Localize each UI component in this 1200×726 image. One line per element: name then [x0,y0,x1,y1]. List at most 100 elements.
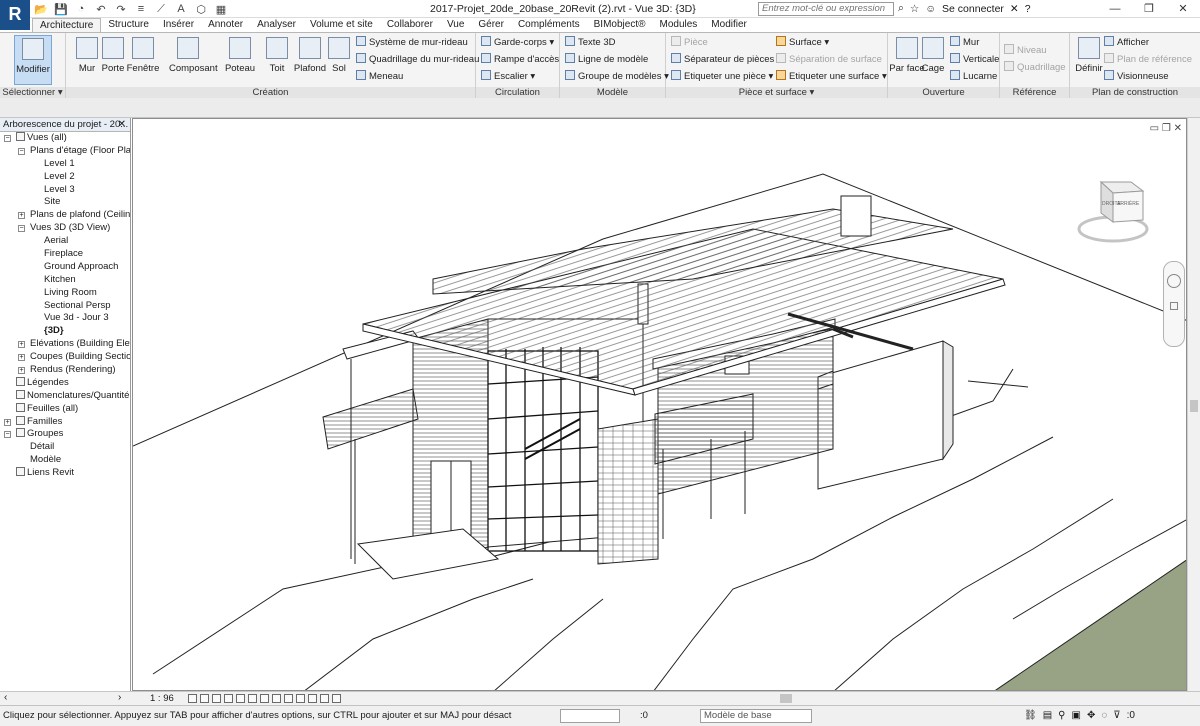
close-icon[interactable]: ✕ [118,118,126,132]
tree-item[interactable]: Living Room [0,287,130,300]
reveal-hidden-icon[interactable] [296,694,305,703]
window-button[interactable]: Fenêtre [124,35,162,85]
sign-in-link[interactable]: Se connecter [942,3,1004,15]
default-3d-view-icon[interactable]: ⬡ [194,3,208,16]
tree-item[interactable]: + Familles [0,415,130,429]
expand-icon[interactable]: + [18,212,25,220]
tree-item[interactable]: Liens Revit [0,467,130,480]
tree-item[interactable]: Sectional Persp [0,300,130,313]
set-work-plane-button[interactable]: Définir [1070,35,1108,85]
filter-icon[interactable]: ⊽ [1113,710,1120,721]
collapse-icon[interactable]: − [4,135,11,142]
sun-path-icon[interactable] [212,694,221,703]
model-line-button[interactable]: Ligne de modèle [565,53,648,67]
maximize-button[interactable]: ❐ [1132,0,1166,18]
workset-select[interactable] [560,709,620,723]
tab-annoter[interactable]: Annoter [201,18,250,32]
wall-opening-button[interactable]: Mur [950,36,979,50]
expand-icon[interactable]: + [4,418,11,426]
binoculars-icon[interactable]: ⌕ [898,2,904,15]
tree-item[interactable]: {3D} [0,325,130,338]
column-button[interactable]: Poteau [221,35,259,85]
application-menu-button[interactable]: R [0,0,30,30]
undo-icon[interactable]: ↶ [94,3,108,16]
select-links-icon[interactable]: ⛓ [1024,710,1037,721]
show-crop-icon[interactable] [260,694,269,703]
room-button[interactable]: Pièce [671,36,708,50]
tab-architecture[interactable]: Architecture [32,18,102,32]
minimize-button[interactable]: — [1098,0,1132,18]
area-boundary-button[interactable]: Séparation de surface [776,53,882,67]
tab-collaborer[interactable]: Collaborer [380,18,440,32]
measure-icon[interactable]: ≡ [134,3,148,15]
shaft-button[interactable]: Cage [914,35,952,85]
shadows-icon[interactable] [224,694,233,703]
tab-analyser[interactable]: Analyser [250,18,303,32]
analytical-model-icon[interactable] [308,694,317,703]
dimension-icon[interactable]: ⟋ [154,3,168,16]
view-window-controls[interactable]: ▭ ❐ ✕ [1150,123,1182,134]
tree-item[interactable]: Kitchen [0,274,130,287]
tag-room-button[interactable]: Etiqueter une pièce ▾ [671,70,773,84]
drag-elements-icon[interactable]: ✥ [1087,710,1095,721]
close-button[interactable]: ✕ [1166,0,1200,18]
expand-icon[interactable]: + [18,367,25,375]
design-option-select[interactable]: Modèle de base [700,709,812,723]
exchange-icon[interactable]: ✕ [1010,3,1019,15]
crop-view-icon[interactable] [248,694,257,703]
tree-item[interactable]: − Vues 3D (3D View) [0,222,130,235]
stair-button[interactable]: Escalier ▾ [481,70,535,84]
tree-item[interactable]: Feuilles (all) [0,402,130,416]
show-work-plane-button[interactable]: Afficher [1104,36,1149,50]
horizontal-scrollbar-thumb[interactable] [780,694,792,703]
tab-structure[interactable]: Structure [101,18,156,32]
tree-item[interactable]: − Plans d'étage (Floor Plan [0,145,130,158]
vertical-scrollbar-thumb[interactable] [1190,400,1198,412]
background-process-icon[interactable]: ◌ [1101,710,1107,721]
tree-item[interactable]: Légendes [0,376,130,390]
tag-area-button[interactable]: Etiqueter une surface ▾ [776,70,887,84]
floor-button[interactable]: Sol [320,35,358,85]
tab-vue[interactable]: Vue [440,18,471,32]
redo-icon[interactable]: ↷ [114,3,128,16]
tab-volume-et-site[interactable]: Volume et site [303,18,380,32]
scroll-right-arrow[interactable]: › [118,692,121,703]
dormer-button[interactable]: Lucarne [950,70,997,84]
tree-item[interactable]: − Vues (all) [0,132,130,145]
tree-item[interactable]: Site [0,196,130,209]
render-icon[interactable] [236,694,245,703]
select-pinned-icon[interactable]: ⚲ [1058,710,1065,721]
tree-item[interactable]: Modèle [0,454,130,467]
collapse-icon[interactable]: − [18,147,25,155]
curtain-system-button[interactable]: Système de mur-rideau [356,36,468,50]
modify-button[interactable]: Modifier [14,35,52,85]
save-icon[interactable]: 💾 [54,3,68,16]
select-by-face-icon[interactable]: ▣ [1071,710,1080,721]
tree-item[interactable]: + Elévations (Building Eleva [0,338,130,351]
level-button[interactable]: Niveau [1004,44,1047,58]
tree-item[interactable]: Vue 3d - Jour 3 [0,312,130,325]
collapse-icon[interactable]: − [18,225,25,233]
component-button[interactable]: Composant [169,35,218,85]
vertical-scrollbar[interactable] [1187,118,1200,691]
lock-view-icon[interactable] [272,694,281,703]
scroll-left-arrow[interactable]: ‹ [4,692,7,703]
tab-modifier[interactable]: Modifier [704,18,754,32]
tab-bimobject[interactable]: BIMobject® [587,18,653,32]
reference-plane-button[interactable]: Plan de référence [1104,53,1192,67]
sync-icon[interactable]: ◔ [74,3,88,15]
search-input[interactable] [758,1,894,16]
railing-button[interactable]: Garde-corps ▾ [481,36,554,50]
user-icon[interactable]: ☺ [925,3,936,15]
navigation-bar[interactable] [1163,261,1185,347]
tree-item[interactable]: Ground Approach [0,261,130,274]
vertical-opening-button[interactable]: Verticale [950,53,999,67]
thin-lines-icon[interactable]: ▦ [214,3,228,16]
highlight-displacement-icon[interactable] [320,694,329,703]
tab-modules[interactable]: Modules [652,18,704,32]
tree-item[interactable]: Level 1 [0,158,130,171]
tree-item[interactable]: Détail [0,441,130,454]
curtain-grid-button[interactable]: Quadrillage du mur-rideau [356,53,479,67]
tab-gerer[interactable]: Gérer [471,18,511,32]
visual-style-icon[interactable] [200,694,209,703]
